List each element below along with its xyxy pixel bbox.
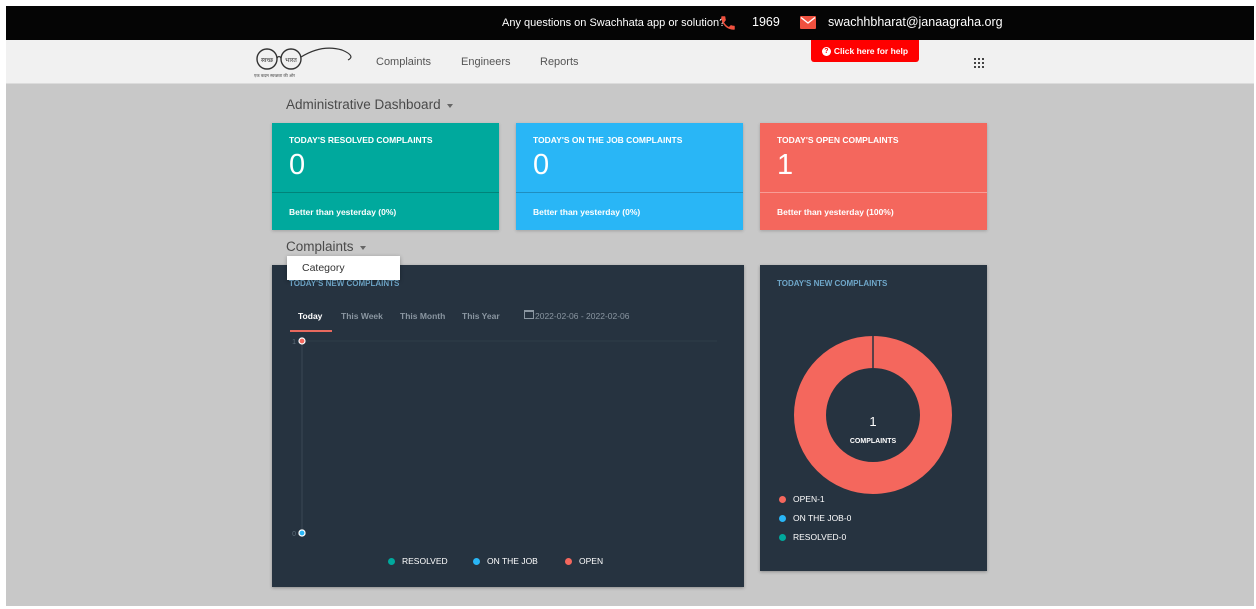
card-divider — [272, 192, 499, 193]
legend-dot — [779, 533, 786, 541]
date-range-picker[interactable]: 2022-02-06 - 2022-02-06 — [535, 311, 630, 321]
legend-item-open[interactable]: OPEN-1 — [779, 494, 825, 504]
card-value: 0 — [533, 149, 550, 181]
help-button-label: Click here for help — [833, 46, 909, 56]
logo-word-left: स्वच्छ — [261, 57, 274, 64]
legend-item-on-the-job[interactable]: ON THE JOB-0 — [779, 513, 851, 523]
top-info-bar: Any questions on Swachhata app or soluti… — [6, 6, 1254, 40]
y-tick-label: 0 — [292, 531, 296, 538]
legend-item-resolved[interactable]: RESOLVED-0 — [779, 532, 846, 542]
legend-dot — [779, 495, 786, 503]
card-title: TODAY'S RESOLVED COMPLAINTS — [289, 135, 433, 145]
navbar: स्वच्छ भारत एक कदम स्वच्छता की ओर Compla… — [6, 40, 1254, 84]
line-chart: 10 — [292, 337, 717, 538]
legend-dot — [473, 557, 480, 565]
card-footer: Better than yesterday (0%) — [533, 207, 641, 217]
legend-label: OPEN-1 — [793, 494, 825, 504]
nav-link-engineers[interactable]: Engineers — [461, 56, 511, 68]
tab-this-week[interactable]: This Week — [341, 311, 383, 321]
panel-title: TODAY'S NEW COMPLAINTS — [289, 279, 400, 288]
card-footer: Better than yesterday (100%) — [777, 207, 894, 217]
card-open: TODAY'S OPEN COMPLAINTS 1 Better than ye… — [760, 123, 987, 230]
support-question-text: Any questions on Swachhata app or soluti… — [502, 17, 726, 29]
apps-grid-icon[interactable] — [974, 58, 984, 68]
support-phone[interactable]: 1969 — [752, 15, 780, 29]
nav-link-reports[interactable]: Reports — [540, 56, 579, 68]
dropdown-item-category[interactable]: Category — [287, 256, 400, 280]
card-divider — [516, 192, 743, 193]
legend-item-resolved[interactable]: RESOLVED — [388, 556, 448, 566]
legend-label: RESOLVED — [402, 556, 448, 566]
dashboard-title: Administrative Dashboard — [286, 97, 441, 112]
logo-word-right: भारत — [285, 57, 297, 64]
mail-icon — [800, 16, 816, 29]
phone-icon — [721, 16, 735, 30]
donut-center-label: COMPLAINTS — [850, 438, 897, 445]
panel-title: TODAY'S NEW COMPLAINTS — [777, 279, 888, 288]
y-tick-label: 1 — [292, 339, 296, 346]
complaints-title: Complaints — [286, 239, 354, 254]
card-value: 0 — [289, 149, 306, 181]
legend-label: ON THE JOB-0 — [793, 513, 852, 523]
calendar-icon[interactable] — [524, 310, 534, 319]
logo-tagline: एक कदम स्वच्छता की ओर — [254, 73, 295, 78]
legend-item-on-the-job[interactable]: ON THE JOB — [473, 556, 538, 566]
legend-dot — [565, 557, 572, 565]
dashboard-selector[interactable]: Administrative Dashboard — [286, 97, 453, 112]
donut-center-value: 1 — [869, 414, 876, 429]
card-resolved: TODAY'S RESOLVED COMPLAINTS 0 Better tha… — [272, 123, 499, 230]
point-open[interactable] — [298, 337, 306, 345]
tab-today[interactable]: Today — [298, 311, 322, 321]
card-footer: Better than yesterday (0%) — [289, 207, 397, 217]
swachh-bharat-logo[interactable]: स्वच्छ भारत एक कदम स्वच्छता की ओर — [252, 46, 362, 80]
card-divider — [760, 192, 987, 193]
chevron-down-icon — [359, 245, 366, 250]
legend-item-open[interactable]: OPEN — [565, 556, 603, 566]
card-title: TODAY'S ON THE JOB COMPLAINTS — [533, 135, 683, 145]
tab-this-year[interactable]: This Year — [462, 311, 500, 321]
legend-label: OPEN — [579, 556, 604, 566]
help-button[interactable]: ? Click here for help — [811, 40, 919, 62]
point-on-the-job[interactable] — [298, 529, 306, 537]
app-frame: Any questions on Swachhata app or soluti… — [6, 6, 1254, 606]
legend-dot — [388, 557, 395, 565]
chevron-down-icon — [446, 103, 453, 108]
card-value: 1 — [777, 149, 794, 181]
card-title: TODAY'S OPEN COMPLAINTS — [777, 135, 899, 145]
legend-label: RESOLVED-0 — [793, 532, 847, 542]
complaints-selector[interactable]: Complaints — [286, 239, 366, 254]
card-on-the-job: TODAY'S ON THE JOB COMPLAINTS 0 Better t… — [516, 123, 743, 230]
support-email[interactable]: swachhbharat@janaagraha.org — [828, 15, 1003, 29]
legend-dot — [779, 514, 786, 522]
tab-this-month[interactable]: This Month — [400, 311, 445, 321]
legend-label: ON THE JOB — [487, 556, 538, 566]
donut-chart-panel: TODAY'S NEW COMPLAINTS 1 COMPLAINTS OPEN-… — [760, 265, 987, 571]
line-chart-panel: TODAY'S NEW COMPLAINTS Today This Week T… — [272, 265, 744, 587]
donut-chart: 1 COMPLAINTS — [794, 336, 952, 494]
nav-link-complaints[interactable]: Complaints — [376, 56, 431, 68]
help-icon: ? — [821, 46, 831, 56]
